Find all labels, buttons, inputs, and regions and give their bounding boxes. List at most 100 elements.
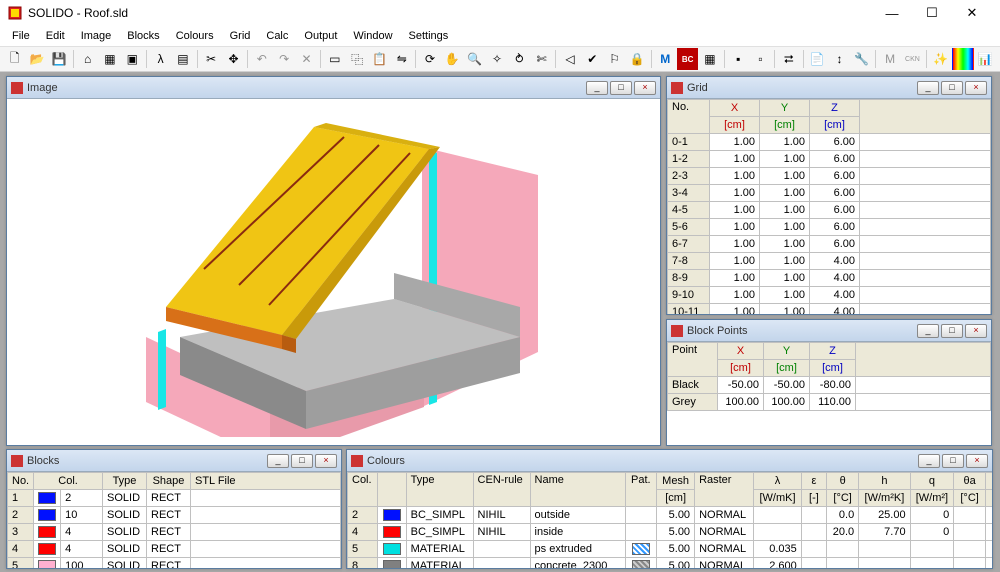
m-icon[interactable]: M bbox=[655, 48, 676, 70]
menu-settings[interactable]: Settings bbox=[401, 28, 457, 44]
dot-icon[interactable]: ▪ bbox=[728, 48, 749, 70]
zoom-icon[interactable]: 🔍 bbox=[464, 48, 485, 70]
menu-grid[interactable]: Grid bbox=[222, 28, 259, 44]
grid-table[interactable]: No. X Y Z [cm] [cm] [cm] 0-11.001.006.00… bbox=[667, 99, 991, 314]
table-row[interactable]: 210SOLIDRECT bbox=[8, 507, 341, 524]
pan-icon[interactable]: ✋ bbox=[442, 48, 463, 70]
blockpoints-titlebar[interactable]: Block Points _ □ × bbox=[667, 320, 991, 342]
lambda-icon[interactable]: λ bbox=[150, 48, 171, 70]
chart-icon[interactable]: 📊 bbox=[975, 48, 996, 70]
grid-icon[interactable]: ▤ bbox=[172, 48, 193, 70]
blockpoints-body[interactable]: Point X Y Z [cm] [cm] [cm] Black-50.00-5… bbox=[667, 342, 991, 445]
blocks-table[interactable]: No. Col. Type Shape STL File 12SOLIDRECT… bbox=[7, 472, 341, 568]
grid3-icon[interactable]: ▦ bbox=[699, 48, 720, 70]
copy-icon[interactable]: ⿻ bbox=[346, 48, 367, 70]
wand-icon[interactable]: ✨ bbox=[930, 48, 951, 70]
table-row[interactable]: 2-31.001.006.00 bbox=[668, 168, 991, 185]
blockpoints-table[interactable]: Point X Y Z [cm] [cm] [cm] Black-50.00-5… bbox=[667, 342, 991, 411]
table-row[interactable]: 7-81.001.004.00 bbox=[668, 253, 991, 270]
colours-table[interactable]: Col. Type CEN-rule Name Pat. Mesh Raster… bbox=[347, 472, 992, 568]
table-row[interactable]: 4BC_SIMPLNIHILinside5.00NORMAL20.07.700 bbox=[348, 524, 993, 541]
home-icon[interactable]: ⌂ bbox=[77, 48, 98, 70]
rainbow-icon[interactable] bbox=[952, 48, 973, 70]
marker-icon[interactable]: ⚐ bbox=[604, 48, 625, 70]
colours-titlebar[interactable]: Colours _ □ × bbox=[347, 450, 992, 472]
image-min-button[interactable]: _ bbox=[586, 81, 608, 95]
table-row[interactable]: 1-21.001.006.00 bbox=[668, 151, 991, 168]
bp-min-button[interactable]: _ bbox=[917, 324, 939, 338]
new-icon[interactable]: 🗋 bbox=[4, 48, 25, 70]
blocks-min-button[interactable]: _ bbox=[267, 454, 289, 468]
lock-icon[interactable]: 🔒 bbox=[626, 48, 647, 70]
image-viewport[interactable] bbox=[7, 99, 660, 445]
scissors2-icon[interactable]: ✄ bbox=[531, 48, 552, 70]
paste-icon[interactable]: 📋 bbox=[369, 48, 390, 70]
menu-colours[interactable]: Colours bbox=[168, 28, 222, 44]
table-row[interactable]: 9-101.001.004.00 bbox=[668, 287, 991, 304]
fit-icon[interactable]: ✧ bbox=[486, 48, 507, 70]
image-max-button[interactable]: □ bbox=[610, 81, 632, 95]
check-icon[interactable]: ✔ bbox=[582, 48, 603, 70]
bp-max-button[interactable]: □ bbox=[941, 324, 963, 338]
table-row[interactable]: 2BC_SIMPLNIHILoutside5.00NORMAL0.025.000 bbox=[348, 507, 993, 524]
close-button[interactable]: ✕ bbox=[952, 0, 992, 26]
redo-icon[interactable]: ↷ bbox=[273, 48, 294, 70]
table-row[interactable]: 10-111.001.004.00 bbox=[668, 304, 991, 315]
table-row[interactable]: 34SOLIDRECT bbox=[8, 524, 341, 541]
menu-blocks[interactable]: Blocks bbox=[119, 28, 167, 44]
table-row[interactable]: 44SOLIDRECT bbox=[8, 541, 341, 558]
copy2-icon[interactable]: 📄 bbox=[806, 48, 827, 70]
m2-icon[interactable]: M bbox=[879, 48, 900, 70]
bc-icon[interactable]: BC bbox=[677, 48, 698, 70]
blocks-close-button[interactable]: × bbox=[315, 454, 337, 468]
cubes-icon[interactable]: ▣ bbox=[122, 48, 143, 70]
ckn-icon[interactable]: CKN bbox=[902, 48, 923, 70]
grid-body[interactable]: No. X Y Z [cm] [cm] [cm] 0-11.001.006.00… bbox=[667, 99, 991, 314]
table-row[interactable]: 5MATERIALps extruded5.00NORMAL0.035 bbox=[348, 541, 993, 558]
table-row[interactable]: 4-51.001.006.00 bbox=[668, 202, 991, 219]
undo-icon[interactable]: ↶ bbox=[251, 48, 272, 70]
grid-min-button[interactable]: _ bbox=[917, 81, 939, 95]
open-icon[interactable]: 📂 bbox=[26, 48, 47, 70]
save-icon[interactable]: 💾 bbox=[49, 48, 70, 70]
colours-close-button[interactable]: × bbox=[966, 454, 988, 468]
table-row[interactable]: Black-50.00-50.00-80.00 bbox=[668, 377, 991, 394]
table-row[interactable]: Grey100.00100.00110.00 bbox=[668, 394, 991, 411]
wrench-icon[interactable]: 🔧 bbox=[851, 48, 872, 70]
refresh-icon[interactable]: ⟳ bbox=[419, 48, 440, 70]
image-close-button[interactable]: × bbox=[634, 81, 656, 95]
blocks-body[interactable]: No. Col. Type Shape STL File 12SOLIDRECT… bbox=[7, 472, 341, 568]
colours-body[interactable]: Col. Type CEN-rule Name Pat. Mesh Raster… bbox=[347, 472, 992, 568]
rotate-icon[interactable]: ⥁ bbox=[509, 48, 530, 70]
table-row[interactable]: 5100SOLIDRECT bbox=[8, 558, 341, 569]
menu-image[interactable]: Image bbox=[73, 28, 120, 44]
menu-window[interactable]: Window bbox=[345, 28, 400, 44]
colours-max-button[interactable]: □ bbox=[942, 454, 964, 468]
grid-titlebar[interactable]: Grid _ □ × bbox=[667, 77, 991, 99]
cut-icon[interactable]: ✂ bbox=[201, 48, 222, 70]
menu-output[interactable]: Output bbox=[296, 28, 345, 44]
menu-calc[interactable]: Calc bbox=[258, 28, 296, 44]
flip2-icon[interactable]: ⮂ bbox=[778, 48, 799, 70]
menu-edit[interactable]: Edit bbox=[38, 28, 73, 44]
grid-max-button[interactable]: □ bbox=[941, 81, 963, 95]
clip-icon[interactable]: ▭ bbox=[324, 48, 345, 70]
maximize-button[interactable]: ☐ bbox=[912, 0, 952, 26]
table-row[interactable]: 0-11.001.006.00 bbox=[668, 134, 991, 151]
table-row[interactable]: 6-71.001.006.00 bbox=[668, 236, 991, 253]
table-row[interactable]: 8-91.001.004.00 bbox=[668, 270, 991, 287]
table-row[interactable]: 3-41.001.006.00 bbox=[668, 185, 991, 202]
palette-icon[interactable]: ▦ bbox=[99, 48, 120, 70]
sel-icon[interactable]: ▫ bbox=[750, 48, 771, 70]
delete-icon[interactable]: ✕ bbox=[296, 48, 317, 70]
back-icon[interactable]: ◁ bbox=[559, 48, 580, 70]
flip-icon[interactable]: ⇋ bbox=[391, 48, 412, 70]
menu-file[interactable]: File bbox=[4, 28, 38, 44]
image-titlebar[interactable]: Image _ □ × bbox=[7, 77, 660, 99]
table-row[interactable]: 12SOLIDRECT bbox=[8, 490, 341, 507]
minimize-button[interactable]: — bbox=[872, 0, 912, 26]
table-row[interactable]: 8MATERIALconcrete_23005.00NORMAL2.600 bbox=[348, 558, 993, 569]
table-row[interactable]: 5-61.001.006.00 bbox=[668, 219, 991, 236]
blocks-max-button[interactable]: □ bbox=[291, 454, 313, 468]
move-icon[interactable]: ✥ bbox=[223, 48, 244, 70]
